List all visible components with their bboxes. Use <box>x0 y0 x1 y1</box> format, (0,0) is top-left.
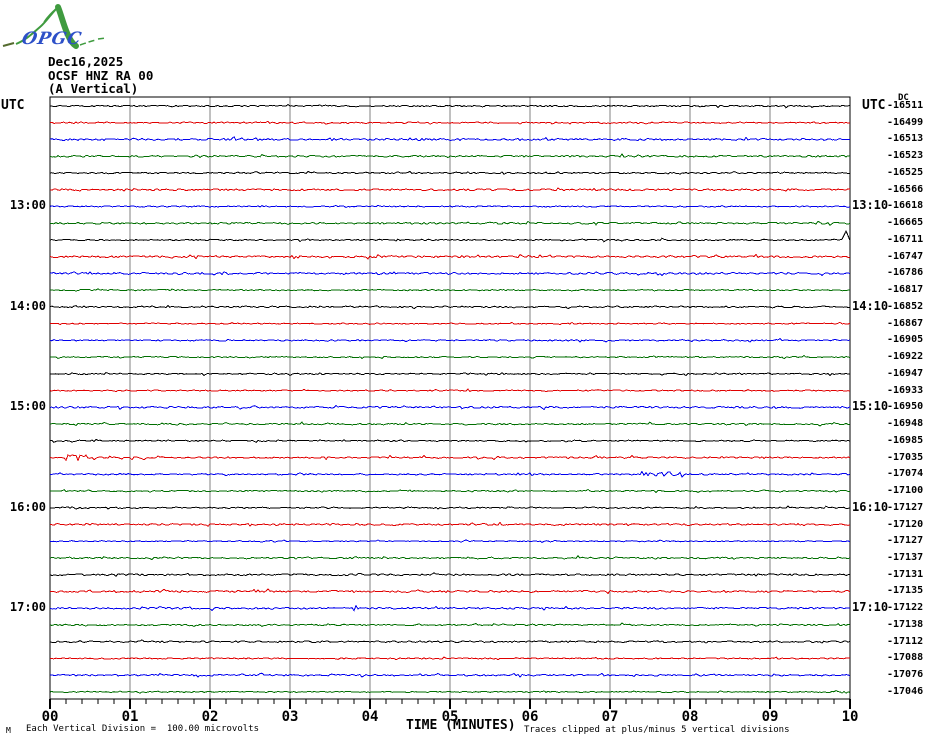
dc-value: -16499 <box>887 116 924 128</box>
scale-note: Each Vertical Division = 100.00 microvol… <box>26 724 259 734</box>
clip-note: Traces clipped at plus/minus 5 vertical … <box>524 725 790 735</box>
x-axis-label: 06 <box>521 709 539 725</box>
dc-value: -16711 <box>887 233 924 245</box>
hour-label-left: 16:00 <box>9 499 46 514</box>
dc-value: -17120 <box>887 518 924 530</box>
helicorder-page: OPGC Dec16,2025 OCSF HNZ RA 00 (A Vertic… <box>0 0 930 744</box>
dc-value: -16852 <box>887 300 924 312</box>
dc-value: -16817 <box>887 284 924 296</box>
hour-label-right: 17:10 <box>852 600 889 615</box>
dc-value: -16922 <box>887 351 924 363</box>
hour-label-left: 13:00 <box>9 198 46 213</box>
x-axis-label: 09 <box>761 709 779 725</box>
dc-value: -16665 <box>887 217 924 229</box>
dc-value: -17035 <box>887 451 924 463</box>
dc-value: -17112 <box>887 635 924 647</box>
dc-value: -16867 <box>887 317 924 329</box>
hour-label-left: 17:00 <box>9 600 46 615</box>
dc-value: -16905 <box>887 334 924 346</box>
dc-value: -16525 <box>887 166 924 178</box>
hour-label-left: 15:00 <box>9 399 46 414</box>
x-axis-label: 02 <box>201 709 219 725</box>
dc-value: -16948 <box>887 418 924 430</box>
x-axis-label: 01 <box>121 709 139 725</box>
dc-value: -16511 <box>887 100 924 111</box>
hour-label-right: 15:10 <box>852 399 889 414</box>
x-axis-label: 07 <box>601 709 619 725</box>
dc-value: -17076 <box>887 669 924 681</box>
seismogram-plot <box>49 96 851 709</box>
x-axis-label: 00 <box>41 709 59 725</box>
dc-value: -17100 <box>887 485 924 497</box>
dc-value: -17122 <box>887 602 924 614</box>
dc-value: -17137 <box>887 551 924 563</box>
dc-value: -17127 <box>887 501 924 513</box>
x-axis-title: TIME (MINUTES) <box>406 718 516 733</box>
dc-value: -16513 <box>887 133 924 145</box>
x-axis-label: 03 <box>281 709 299 725</box>
dc-value: -17046 <box>887 685 924 697</box>
dc-value: -16933 <box>887 384 924 396</box>
hour-label-right: 16:10 <box>852 499 889 514</box>
x-axis-label: 04 <box>361 709 379 725</box>
dc-value: -17074 <box>887 468 924 480</box>
dc-value: -16947 <box>887 367 924 379</box>
dc-value: -16985 <box>887 434 924 446</box>
dc-value: -16618 <box>887 200 924 212</box>
dc-value: -17088 <box>887 652 924 664</box>
hour-label-right: 13:10 <box>852 198 889 213</box>
watermark-m: M <box>6 726 11 735</box>
x-axis-label: 10 <box>841 709 859 725</box>
hour-label-right: 14:10 <box>852 298 889 313</box>
hour-label-left: 14:00 <box>9 298 46 313</box>
dc-value: -17131 <box>887 568 924 580</box>
dc-value: -16566 <box>887 183 924 195</box>
dc-value: -17135 <box>887 585 924 597</box>
dc-value: -17127 <box>887 535 924 547</box>
dc-value: -16950 <box>887 401 924 413</box>
x-axis-label: 08 <box>681 709 699 725</box>
dc-value: -16747 <box>887 250 924 262</box>
dc-value: -16786 <box>887 267 924 279</box>
dc-value: -17138 <box>887 618 924 630</box>
dc-value: -16523 <box>887 150 924 162</box>
